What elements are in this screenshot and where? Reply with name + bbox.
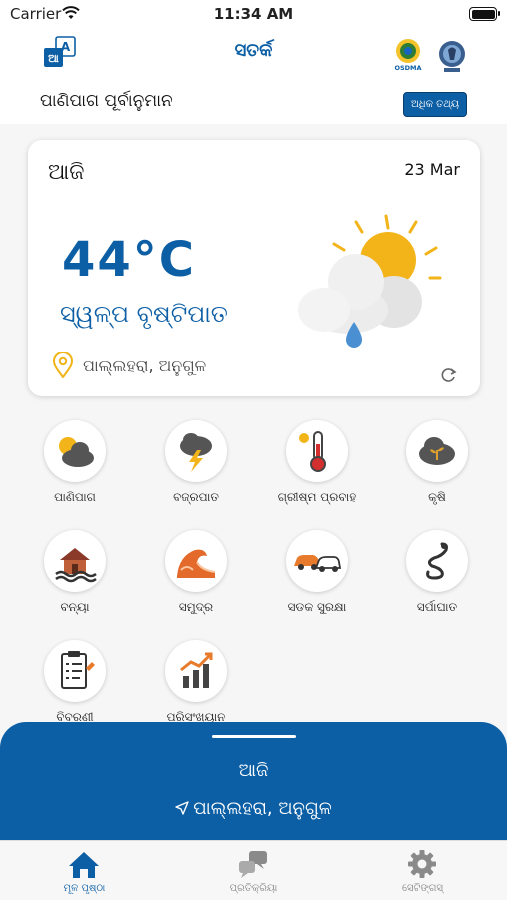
agriculture-icon [419,437,455,465]
home-icon [69,852,99,878]
sheet-drag-handle[interactable] [212,735,296,738]
tile-lightning[interactable]: ବଜ୍ରପାତ [137,420,255,530]
tile-label: ସଡକ ସୁରକ୍ଷା [287,600,347,614]
navigation-arrow-icon [175,801,189,815]
odisha-emblem-logo [439,41,465,72]
tab-home[interactable]: ମୂଳ ପୃଷ୍ଠା [0,841,169,900]
bottom-sheet[interactable]: ଆଜି ପାଲ୍ଲହରା, ଅନୁଗୁଳ [0,722,507,840]
card-location: ପାଲ୍ଲହରା, ଅନୁଗୁଳ [83,356,207,375]
statistics-icon [180,652,213,688]
tab-label: ସେଟିଙ୍ଗସ୍ [402,883,443,894]
sheet-day: ଆଜି [238,760,269,781]
weather-cloud-icon [59,437,94,467]
tile-label: କୃଷି [428,490,446,504]
tile-circle [165,420,227,482]
tab-settings[interactable]: ସେଟିଙ୍ଗସ୍ [338,841,507,900]
osdma-logo: OSDMA [392,39,424,72]
location-pin-icon [52,352,74,378]
road-safety-icon [294,555,342,572]
tile-weather[interactable]: ପାଣିପାଗ [16,420,134,530]
tile-circle [44,530,106,592]
tab-label: ପ୍ରତିକ୍ରିୟା [229,883,278,894]
osdma-logo-text: OSDMA [394,64,421,72]
tile-circle [44,640,106,702]
tile-circle [286,420,348,482]
sheet-location: ପାଲ୍ଲହରା, ଅନୁଗୁଳ [0,798,507,819]
tile-label: ବଜ୍ରପାତ [173,490,219,504]
battery-icon [469,7,500,21]
gear-icon [408,850,436,878]
tile-circle [44,420,106,482]
tile-label: ବନ୍ୟା [60,600,90,614]
tile-circle [165,530,227,592]
partly-cloudy-rain-icon [298,214,442,348]
snake-icon [426,542,448,580]
tab-bar: ମୂଳ ପୃଷ୍ଠା ପ୍ରତିକ୍ରିୟା ସେଟିଙ୍ଗସ୍ [0,840,507,900]
status-time: 11:34 AM [213,5,294,23]
flood-icon [55,548,97,583]
card-date: 23 Mar [404,160,460,179]
feedback-icon [239,851,267,878]
tile-snakebite[interactable]: ସର୍ପାଘାତ [378,530,496,640]
tab-feedback[interactable]: ପ୍ରତିକ୍ରିୟା [169,841,338,900]
weather-condition: ସ୍ୱଳ୍ପ ବୃଷ୍ଟିପାତ [60,300,228,328]
tile-road-safety[interactable]: ସଡକ ସୁରକ୍ଷା [258,530,376,640]
tile-sea[interactable]: ସମୁଦ୍ର [137,530,255,640]
thermometer-icon [299,431,326,472]
status-bar: Carrier 11:34 AM [0,0,507,28]
tile-label: ସର୍ପାଘାତ [416,600,458,614]
tile-label: ପାଣିପାଗ [54,490,96,504]
weather-card[interactable]: ଆଜି 23 Mar 44°C ସ୍ୱଳ୍ପ ବୃଷ୍ଟିପାତ ପାଲ୍ଲହର… [28,140,480,396]
tile-circle [286,530,348,592]
tile-circle [406,420,468,482]
card-day: ଆଜି [48,160,85,185]
tile-circle [406,530,468,592]
tile-label: ଗ୍ରୀଷ୍ମ ପ୍ରବାହ [277,490,357,504]
app-title: ସତର୍କ [234,40,273,61]
refresh-icon[interactable] [440,366,458,384]
more-info-button[interactable]: ଅଧିକ ତଥ୍ୟ [403,92,467,117]
app-header: A ଆ ସତର୍କ OSDMA [0,28,507,84]
temperature: 44°C [62,232,197,288]
tile-agriculture[interactable]: କୃଷି [378,420,496,530]
lightning-icon [180,433,212,472]
forecast-title: ପାଣିପାଗ ପୂର୍ବାନୁମାନ [40,91,173,111]
tile-heatwave[interactable]: ଗ୍ରୀଷ୍ମ ପ୍ରବାହ [258,420,376,530]
forecast-header: ପାଣିପାଗ ପୂର୍ବାନୁମାନ ଅଧିକ ତଥ୍ୟ [0,84,507,124]
tile-circle [165,640,227,702]
sheet-location-text: ପାଲ୍ଲହରା, ଅନୁଗୁଳ [193,798,332,819]
tile-label: ସମୁଦ୍ର [178,600,214,614]
tile-flood[interactable]: ବନ୍ୟା [16,530,134,640]
tab-label: ମୂଳ ପୃଷ୍ଠା [63,883,106,894]
sea-wave-icon [177,549,216,578]
report-icon [61,651,95,689]
